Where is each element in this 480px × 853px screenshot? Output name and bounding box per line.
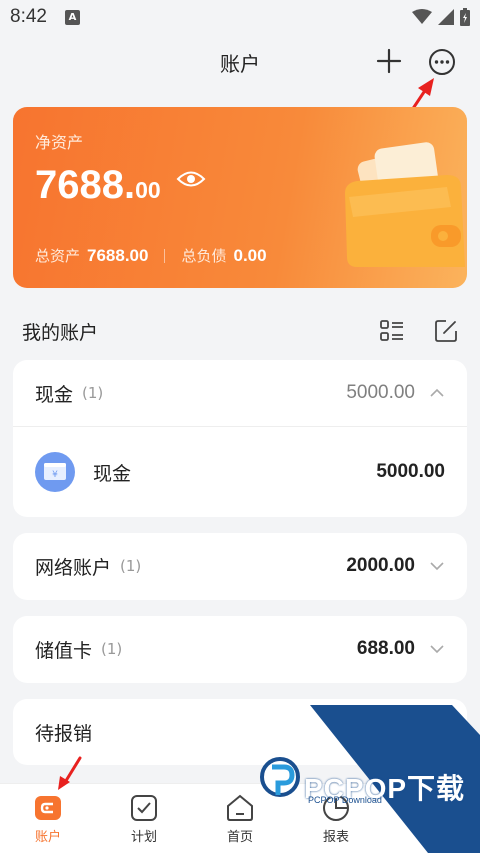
tab-plan[interactable]: 计划 xyxy=(96,784,192,853)
list-view-icon[interactable] xyxy=(380,319,404,343)
net-asset-card[interactable]: 净资产 7688.00 总资产 7688.00 总负债 0.00 xyxy=(13,107,467,288)
account-group-reimburse[interactable]: 待报销 xyxy=(13,699,467,765)
tab-label: 报表 xyxy=(322,830,349,845)
status-icons xyxy=(412,8,470,26)
group-header-reimburse[interactable]: 待报销 xyxy=(13,699,467,765)
group-name: 网络账户 xyxy=(35,556,112,579)
account-group-cash[interactable]: 现金 (1) 5000.00 ¥ 现金 5000.00 xyxy=(13,360,467,517)
total-debt-label: 总负债 xyxy=(181,247,227,265)
my-accounts-header: 我的账户 xyxy=(22,314,458,348)
account-group-online[interactable]: 网络账户 (1) 2000.00 xyxy=(13,533,467,600)
group-name: 现金 xyxy=(35,383,74,406)
report-pie-icon xyxy=(323,795,349,821)
home-icon xyxy=(227,794,253,821)
eye-icon[interactable] xyxy=(176,169,206,189)
edit-icon[interactable] xyxy=(434,319,458,343)
plan-check-icon xyxy=(131,795,157,821)
group-amount: 2000.00 xyxy=(346,555,415,576)
group-count: (1) xyxy=(82,384,104,402)
section-title: 我的账户 xyxy=(22,321,99,344)
tab-home[interactable]: 首页 xyxy=(192,784,288,853)
group-name: 待报销 xyxy=(35,722,93,745)
more-icon[interactable] xyxy=(428,48,456,76)
bottom-tab-bar: 账户 计划 首页 报表 xyxy=(0,783,480,853)
tab-account[interactable]: 账户 xyxy=(0,784,96,853)
wallet-illustration xyxy=(345,142,465,267)
total-debt-value: 0.00 xyxy=(233,245,267,265)
account-amount: 5000.00 xyxy=(376,461,445,482)
group-amount: 5000.00 xyxy=(346,382,415,403)
tab-label: 首页 xyxy=(226,830,253,845)
group-count: (1) xyxy=(101,640,123,658)
status-bar: 8:42 A xyxy=(0,0,480,34)
chevron-down-icon[interactable] xyxy=(429,558,445,574)
cash-icon: ¥ xyxy=(35,452,75,492)
total-assets-value: 7688.00 xyxy=(87,245,149,265)
group-header-online[interactable]: 网络账户 (1) 2000.00 xyxy=(13,533,467,599)
net-asset-amount: 7688.00 xyxy=(35,163,161,208)
notification-icon: A xyxy=(64,9,80,25)
tab-label: 账户 xyxy=(34,830,61,845)
account-tab-icon xyxy=(35,796,61,820)
tab-more[interactable] xyxy=(384,784,480,853)
net-asset-amount-int: 7688. xyxy=(35,163,136,207)
group-count: (1) xyxy=(120,557,142,575)
group-name: 储值卡 xyxy=(35,639,93,662)
wifi-icon xyxy=(412,9,432,24)
net-asset-amount-dec: 00 xyxy=(135,177,161,203)
account-name: 现金 xyxy=(93,462,132,485)
signal-icon xyxy=(438,9,454,25)
svg-text:¥: ¥ xyxy=(52,470,58,480)
tab-label: 计划 xyxy=(130,830,157,845)
summary-divider xyxy=(164,248,166,263)
group-amount: 688.00 xyxy=(356,638,415,659)
tab-report[interactable]: 报表 xyxy=(288,784,384,853)
chevron-up-icon[interactable] xyxy=(429,385,445,401)
account-group-stored-value[interactable]: 储值卡 (1) 688.00 xyxy=(13,616,467,683)
page-title: 账户 xyxy=(220,51,260,76)
status-time: 8:42 xyxy=(10,6,47,27)
battery-icon xyxy=(460,8,470,26)
group-header-stored-value[interactable]: 储值卡 (1) 688.00 xyxy=(13,616,467,682)
net-asset-label: 净资产 xyxy=(35,133,84,152)
chevron-down-icon[interactable] xyxy=(429,641,445,657)
group-header-cash[interactable]: 现金 (1) 5000.00 xyxy=(13,360,467,426)
top-header: 账户 xyxy=(0,34,480,90)
add-icon[interactable] xyxy=(374,46,404,76)
account-item-cash[interactable]: ¥ 现金 5000.00 xyxy=(13,427,467,517)
total-assets-label: 总资产 xyxy=(35,247,81,265)
asset-summary: 总资产 7688.00 总负债 0.00 xyxy=(35,245,267,266)
